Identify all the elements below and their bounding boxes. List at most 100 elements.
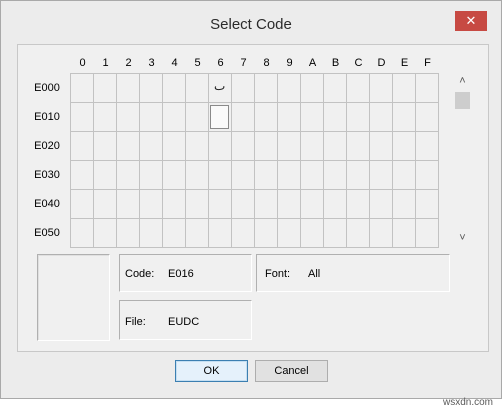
code-cell[interactable] (255, 219, 278, 248)
code-cell[interactable] (232, 190, 255, 219)
code-cell[interactable] (117, 132, 140, 161)
code-cell[interactable] (186, 103, 209, 132)
code-cell[interactable] (347, 190, 370, 219)
code-cell[interactable] (140, 103, 163, 132)
code-cell[interactable] (347, 103, 370, 132)
code-cell[interactable] (393, 190, 416, 219)
scrollbar-thumb[interactable] (455, 92, 470, 109)
code-cell[interactable] (324, 74, 347, 103)
code-cell[interactable] (324, 103, 347, 132)
code-cell[interactable] (94, 132, 117, 161)
code-cell[interactable] (278, 161, 301, 190)
code-cell[interactable] (324, 132, 347, 161)
code-cell[interactable] (255, 190, 278, 219)
code-cell[interactable] (301, 103, 324, 132)
code-cell[interactable] (94, 74, 117, 103)
ok-button[interactable]: OK (175, 360, 248, 382)
code-cell[interactable] (186, 161, 209, 190)
code-cell[interactable] (370, 132, 393, 161)
code-cell[interactable] (370, 219, 393, 248)
code-cell[interactable] (416, 132, 439, 161)
code-cell[interactable] (370, 190, 393, 219)
scroll-down-icon[interactable]: ˅ (454, 230, 471, 246)
code-cell[interactable] (232, 219, 255, 248)
code-cell[interactable] (301, 190, 324, 219)
code-cell[interactable] (301, 132, 324, 161)
code-cell[interactable] (416, 219, 439, 248)
code-cell[interactable] (416, 103, 439, 132)
code-cell[interactable] (71, 219, 94, 248)
close-button[interactable]: ✕ (455, 11, 487, 31)
code-cell[interactable] (255, 74, 278, 103)
code-cell[interactable] (140, 74, 163, 103)
code-cell[interactable] (255, 103, 278, 132)
code-cell[interactable] (370, 74, 393, 103)
code-cell[interactable] (117, 161, 140, 190)
code-cell[interactable] (278, 74, 301, 103)
code-cell[interactable] (94, 219, 117, 248)
cancel-button[interactable]: Cancel (255, 360, 328, 382)
code-cell[interactable] (209, 161, 232, 190)
code-cell[interactable] (278, 132, 301, 161)
code-cell[interactable] (416, 161, 439, 190)
code-cell[interactable] (416, 74, 439, 103)
code-cell[interactable] (163, 219, 186, 248)
code-cell[interactable] (393, 74, 416, 103)
code-cell[interactable] (232, 74, 255, 103)
code-cell[interactable] (186, 190, 209, 219)
code-cell[interactable] (324, 190, 347, 219)
code-cell[interactable] (347, 219, 370, 248)
code-cell[interactable] (278, 103, 301, 132)
scroll-up-icon[interactable]: ˄ (454, 73, 471, 89)
code-cell[interactable] (140, 161, 163, 190)
code-cell[interactable] (163, 74, 186, 103)
code-cell[interactable] (393, 161, 416, 190)
code-cell[interactable] (301, 74, 324, 103)
code-cell[interactable] (347, 132, 370, 161)
code-cell[interactable] (94, 190, 117, 219)
code-cell[interactable] (232, 103, 255, 132)
code-cell[interactable] (71, 103, 94, 132)
code-cell[interactable] (140, 219, 163, 248)
code-cell[interactable] (255, 161, 278, 190)
code-cell[interactable] (347, 161, 370, 190)
code-cell[interactable] (278, 219, 301, 248)
code-cell[interactable] (255, 132, 278, 161)
code-cell[interactable] (117, 103, 140, 132)
code-cell[interactable] (301, 161, 324, 190)
code-cell[interactable] (370, 161, 393, 190)
grid-scrollbar[interactable]: ˄ ˅ (454, 73, 471, 248)
code-cell[interactable] (278, 190, 301, 219)
code-cell[interactable] (209, 219, 232, 248)
code-cell[interactable] (186, 132, 209, 161)
code-cell[interactable] (393, 219, 416, 248)
code-cell[interactable] (370, 103, 393, 132)
code-cell[interactable] (163, 103, 186, 132)
code-cell[interactable] (163, 132, 186, 161)
code-cell[interactable] (117, 190, 140, 219)
code-cell[interactable] (71, 190, 94, 219)
code-cell[interactable] (71, 161, 94, 190)
code-cell[interactable] (117, 74, 140, 103)
code-cell[interactable] (94, 103, 117, 132)
code-cell[interactable] (232, 161, 255, 190)
code-cell[interactable] (301, 219, 324, 248)
code-cell[interactable] (324, 161, 347, 190)
code-cell[interactable] (186, 74, 209, 103)
code-cell[interactable] (324, 219, 347, 248)
code-cell[interactable] (71, 74, 94, 103)
code-cell[interactable] (94, 161, 117, 190)
code-cell[interactable] (347, 74, 370, 103)
code-cell[interactable] (232, 132, 255, 161)
code-cell[interactable] (209, 190, 232, 219)
code-cell[interactable] (393, 103, 416, 132)
code-cell[interactable] (140, 132, 163, 161)
code-cell[interactable] (163, 161, 186, 190)
code-cell[interactable] (163, 190, 186, 219)
code-cell[interactable] (186, 219, 209, 248)
code-cell[interactable] (209, 132, 232, 161)
code-cell[interactable] (416, 190, 439, 219)
selected-code-cell[interactable] (210, 105, 229, 129)
code-cell[interactable] (393, 132, 416, 161)
code-cell[interactable] (140, 190, 163, 219)
